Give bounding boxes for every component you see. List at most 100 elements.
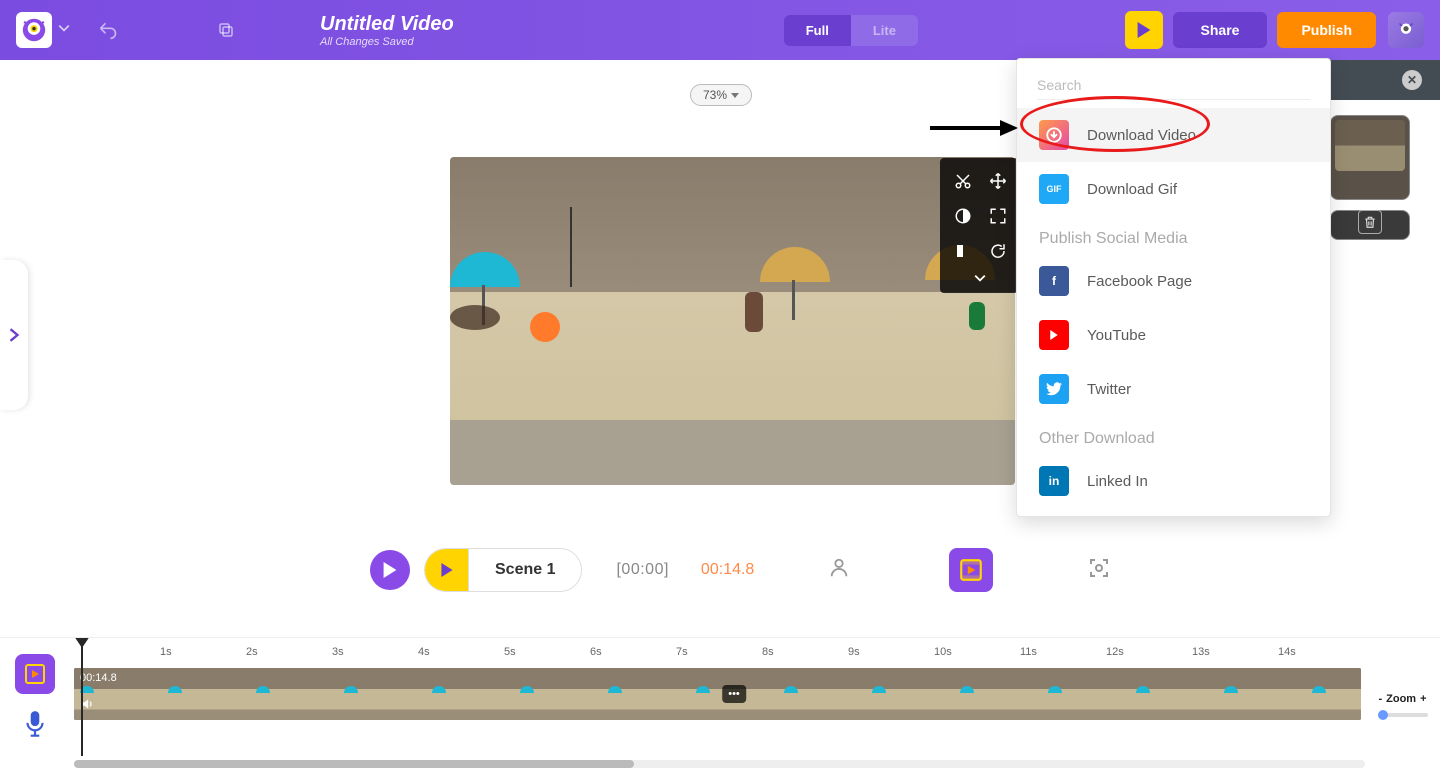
clip-tool-panel: [940, 158, 1018, 293]
clip-thumbnail: [1130, 668, 1218, 720]
mask-tool-icon[interactable]: [946, 234, 979, 267]
focus-icon[interactable]: [1087, 556, 1111, 585]
ruler-tick: 1s: [160, 646, 172, 658]
move-tool-icon[interactable]: [981, 164, 1014, 197]
facebook-label: Facebook Page: [1087, 273, 1192, 290]
download-gif-label: Download Gif: [1087, 181, 1177, 198]
other-section-header: Other Download: [1017, 416, 1330, 454]
save-status: All Changes Saved: [320, 36, 454, 48]
clip-thumbnail: [866, 668, 954, 720]
clip-thumbnail: [954, 668, 1042, 720]
rotate-tool-icon[interactable]: [981, 234, 1014, 267]
ruler-tick: 3s: [332, 646, 344, 658]
time-end: 00:14.8: [701, 561, 754, 579]
facebook-icon: f: [1039, 266, 1069, 296]
linkedin-icon: in: [1039, 466, 1069, 496]
video-preview[interactable]: [450, 157, 1015, 485]
ruler-tick: 12s: [1106, 646, 1124, 658]
download-video-icon: [1039, 120, 1069, 150]
publish-dropdown: Download Video GIF Download Gif Publish …: [1016, 58, 1331, 517]
timeline-video-track-icon[interactable]: [15, 654, 55, 694]
user-avatar[interactable]: [1388, 12, 1424, 48]
share-button[interactable]: Share: [1173, 12, 1268, 48]
linkedin-option[interactable]: in Linked In: [1017, 454, 1330, 508]
canvas-zoom-dropdown[interactable]: 73%: [690, 84, 752, 106]
clip-thumbnail: [426, 668, 514, 720]
download-video-option[interactable]: Download Video: [1017, 108, 1330, 162]
ruler-tick: 8s: [762, 646, 774, 658]
delete-scene-button[interactable]: [1330, 210, 1410, 240]
youtube-label: YouTube: [1087, 327, 1146, 344]
clip-thumbnail: [250, 668, 338, 720]
film-button[interactable]: [949, 548, 993, 592]
preview-play-button[interactable]: [1125, 11, 1163, 49]
ruler-tick: 7s: [676, 646, 688, 658]
ruler-tick: 2s: [246, 646, 258, 658]
fit-tool-icon[interactable]: [981, 199, 1014, 232]
ruler-tick: 10s: [934, 646, 952, 658]
clip-menu-icon[interactable]: •••: [722, 685, 746, 703]
ruler-tick: 6s: [590, 646, 602, 658]
clip-thumbnail: •••: [690, 668, 778, 720]
clip-thumbnail: [514, 668, 602, 720]
clip-thumbnail: [162, 668, 250, 720]
trash-icon: [1358, 210, 1382, 234]
dropdown-search-input[interactable]: [1037, 71, 1310, 100]
zoom-slider[interactable]: [1378, 713, 1428, 717]
zoom-out-label: -: [1378, 693, 1382, 705]
timeline-track-area[interactable]: 1s 2s 3s 4s 5s 6s 7s 8s 9s 10s 11s 12s 13s 14s 00:14.…: [70, 638, 1365, 772]
contrast-tool-icon[interactable]: [946, 199, 979, 232]
ruler-tick: 14s: [1278, 646, 1296, 658]
expand-tools-icon[interactable]: [946, 269, 1014, 287]
publish-button[interactable]: Publish: [1277, 12, 1376, 48]
clip-thumbnail: [602, 668, 690, 720]
person-icon[interactable]: [828, 557, 850, 584]
video-clip[interactable]: 00:14.8 •••: [74, 668, 1361, 720]
ruler-tick: 5s: [504, 646, 516, 658]
clip-thumbnail: [778, 668, 866, 720]
logo-dropdown[interactable]: [58, 21, 70, 39]
ruler-tick: 9s: [848, 646, 860, 658]
zoom-label: Zoom: [1386, 693, 1416, 705]
mode-full-button[interactable]: Full: [784, 15, 851, 46]
timeline-ruler[interactable]: 1s 2s 3s 4s 5s 6s 7s 8s 9s 10s 11s 12s 13s 14s: [70, 638, 1365, 664]
youtube-icon: [1039, 320, 1069, 350]
mode-toggle: Full Lite: [784, 15, 918, 46]
timeline-zoom-control[interactable]: - Zoom +: [1378, 693, 1426, 705]
close-panel-icon[interactable]: ✕: [1402, 70, 1422, 90]
twitter-label: Twitter: [1087, 381, 1131, 398]
undo-button[interactable]: [94, 16, 122, 44]
social-section-header: Publish Social Media: [1017, 216, 1330, 254]
ruler-tick: 13s: [1192, 646, 1210, 658]
app-logo[interactable]: [16, 12, 52, 48]
youtube-option[interactable]: YouTube: [1017, 308, 1330, 362]
facebook-option[interactable]: f Facebook Page: [1017, 254, 1330, 308]
clip-thumbnail: [338, 668, 426, 720]
ruler-tick: 4s: [418, 646, 430, 658]
timeline-scrollbar[interactable]: [74, 760, 1365, 770]
scene-play-icon: [425, 548, 469, 592]
mode-lite-button[interactable]: Lite: [851, 15, 918, 46]
twitter-option[interactable]: Twitter: [1017, 362, 1330, 416]
scene-selector[interactable]: Scene 1: [424, 548, 582, 592]
timeline-audio-track-icon[interactable]: [22, 710, 48, 745]
linkedin-label: Linked In: [1087, 473, 1148, 490]
ruler-tick: 11s: [1020, 646, 1037, 658]
clip-thumbnail: [1218, 668, 1306, 720]
time-start: [00:00]: [616, 561, 668, 579]
project-title[interactable]: Untitled Video: [320, 13, 454, 36]
clip-thumbnail: [1042, 668, 1130, 720]
playback-controls: Scene 1 [00:00] 00:14.8: [0, 540, 1210, 600]
twitter-icon: [1039, 374, 1069, 404]
scene-label: Scene 1: [469, 561, 581, 579]
timeline: 1s 2s 3s 4s 5s 6s 7s 8s 9s 10s 11s 12s 13s 14s 00:14.…: [0, 637, 1440, 772]
copy-button[interactable]: [212, 16, 240, 44]
expand-sidebar-button[interactable]: [0, 260, 28, 410]
gif-icon: GIF: [1039, 174, 1069, 204]
cut-tool-icon[interactable]: [946, 164, 979, 197]
scene-thumbnail[interactable]: [1330, 115, 1410, 200]
download-gif-option[interactable]: GIF Download Gif: [1017, 162, 1330, 216]
play-all-button[interactable]: [370, 550, 410, 590]
playhead[interactable]: [74, 638, 90, 756]
download-video-label: Download Video: [1087, 127, 1196, 144]
